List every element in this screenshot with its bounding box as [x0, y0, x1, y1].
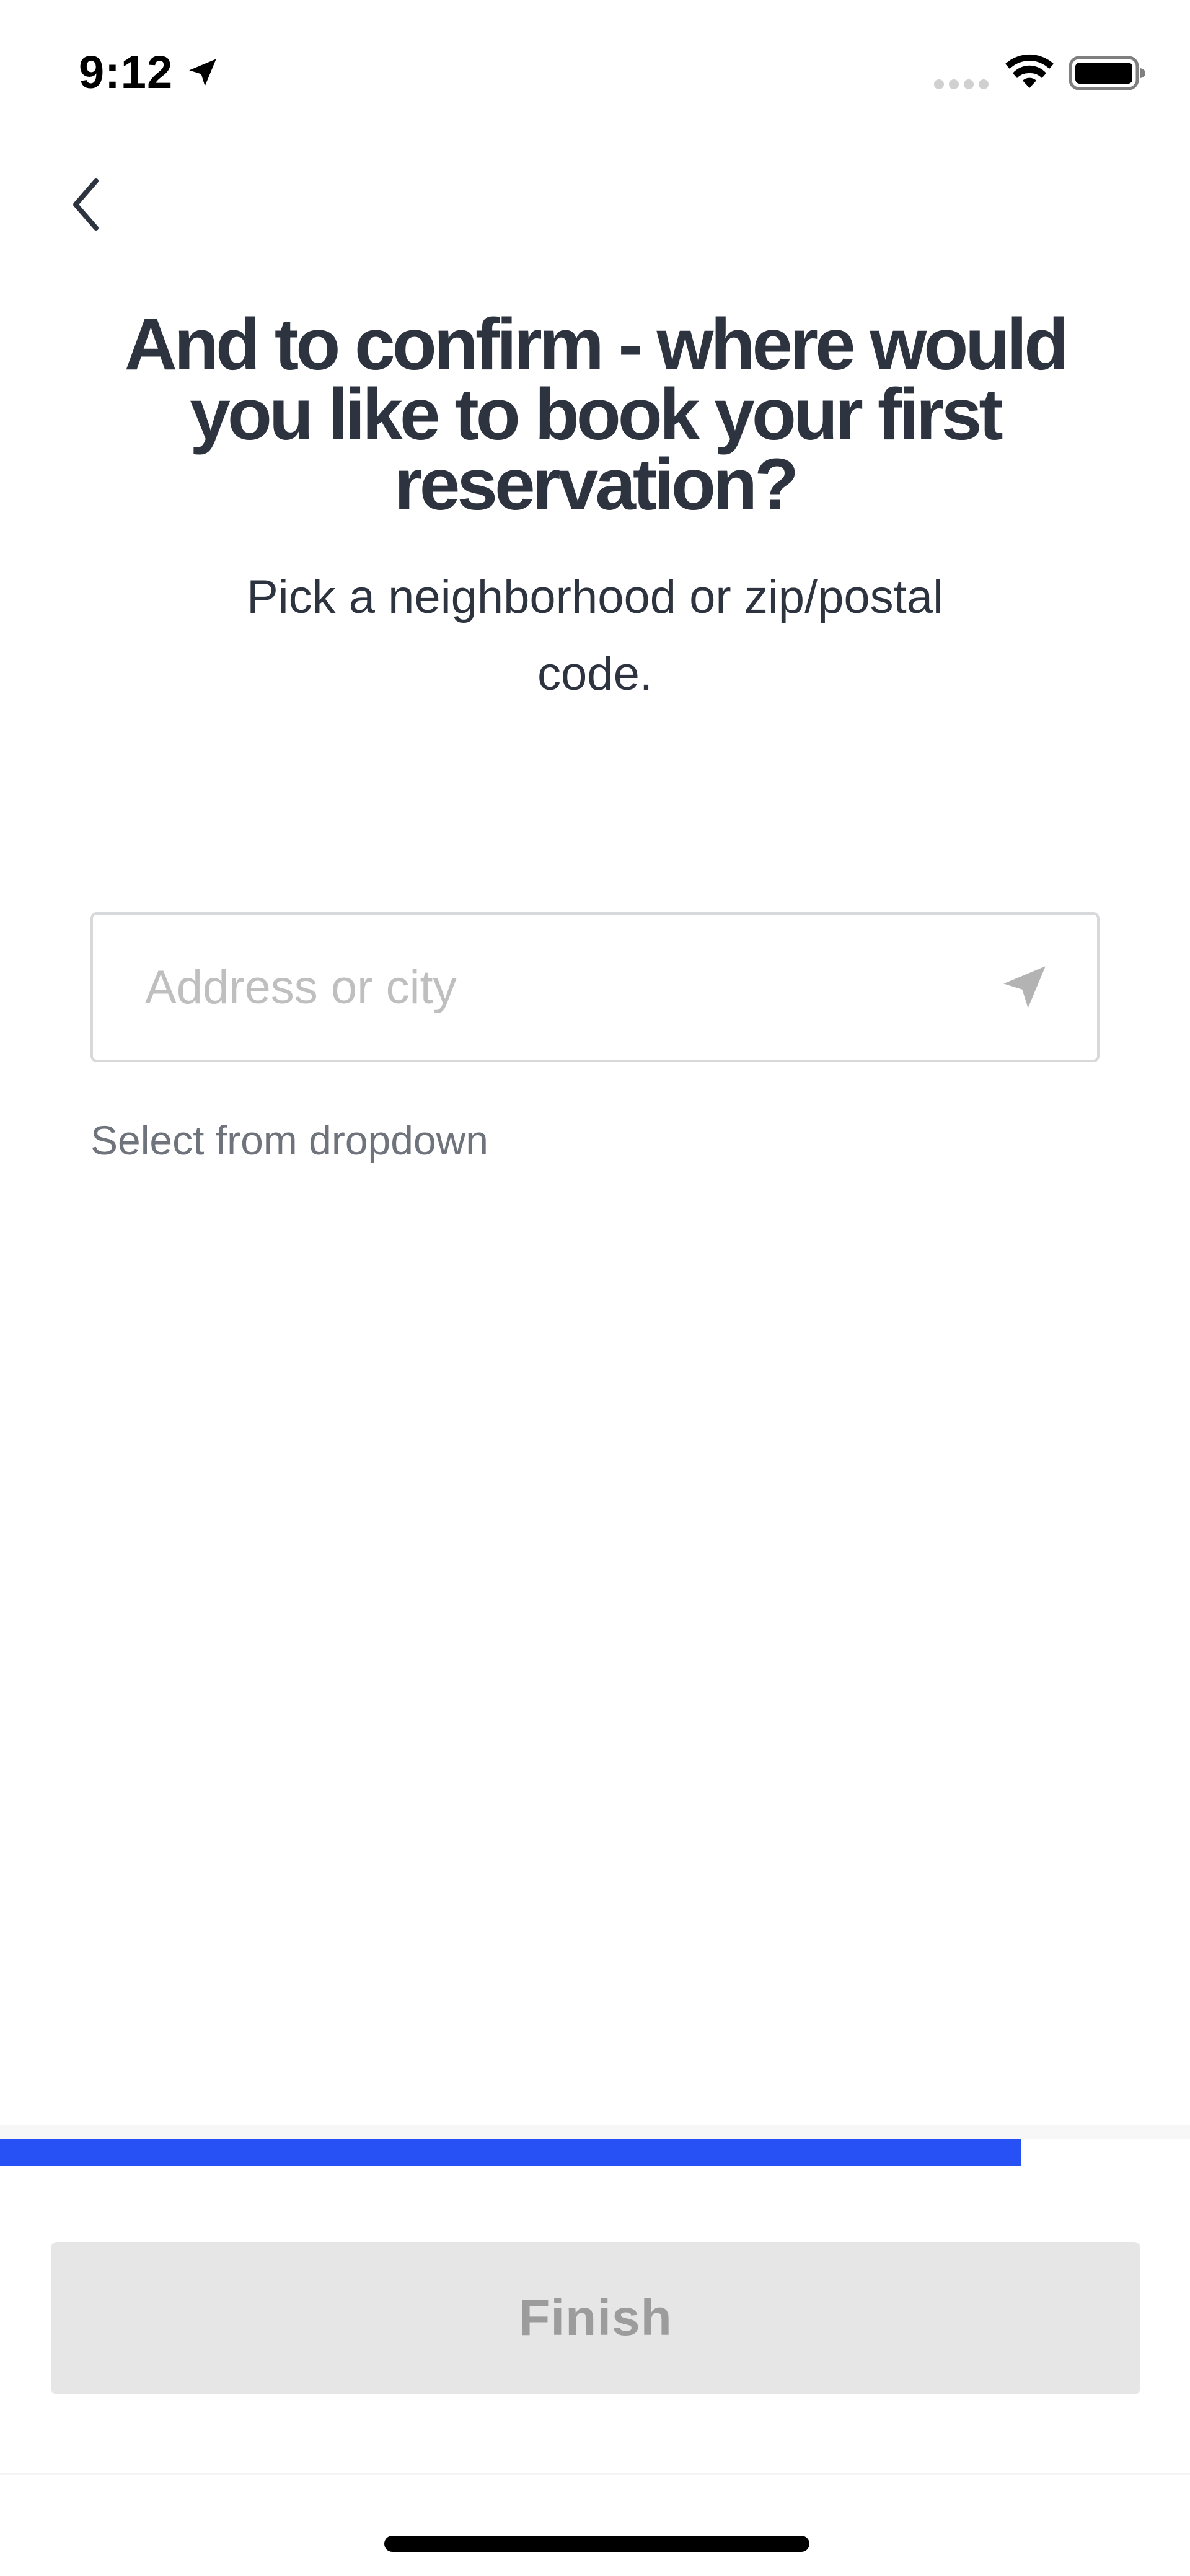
home-indicator [384, 2536, 809, 2552]
wifi-icon [1005, 54, 1054, 88]
chevron-left-icon [73, 178, 99, 231]
signal-icon [934, 79, 989, 89]
navigate-icon[interactable] [997, 959, 1052, 1015]
back-button[interactable] [59, 164, 115, 245]
helper-text: Select from dropdown [90, 1117, 488, 1163]
battery-icon [1069, 56, 1145, 90]
status-time: 9:12 [79, 46, 174, 98]
finish-button[interactable]: Finish [51, 2242, 1140, 2394]
address-input[interactable] [145, 915, 951, 1060]
address-field[interactable] [90, 912, 1100, 1062]
page-title: And to confirm - where would you like to… [124, 304, 1069, 525]
footer-divider [0, 2125, 1190, 2140]
bottom-divider [0, 2473, 1190, 2475]
location-arrow-icon [189, 59, 216, 86]
status-bar: 9:12 [0, 0, 1190, 143]
page-subtitle: Pick a neighborhood or zip/postal code. [247, 571, 943, 700]
progress-fill [0, 2139, 1021, 2166]
progress-bar [0, 2139, 1190, 2166]
